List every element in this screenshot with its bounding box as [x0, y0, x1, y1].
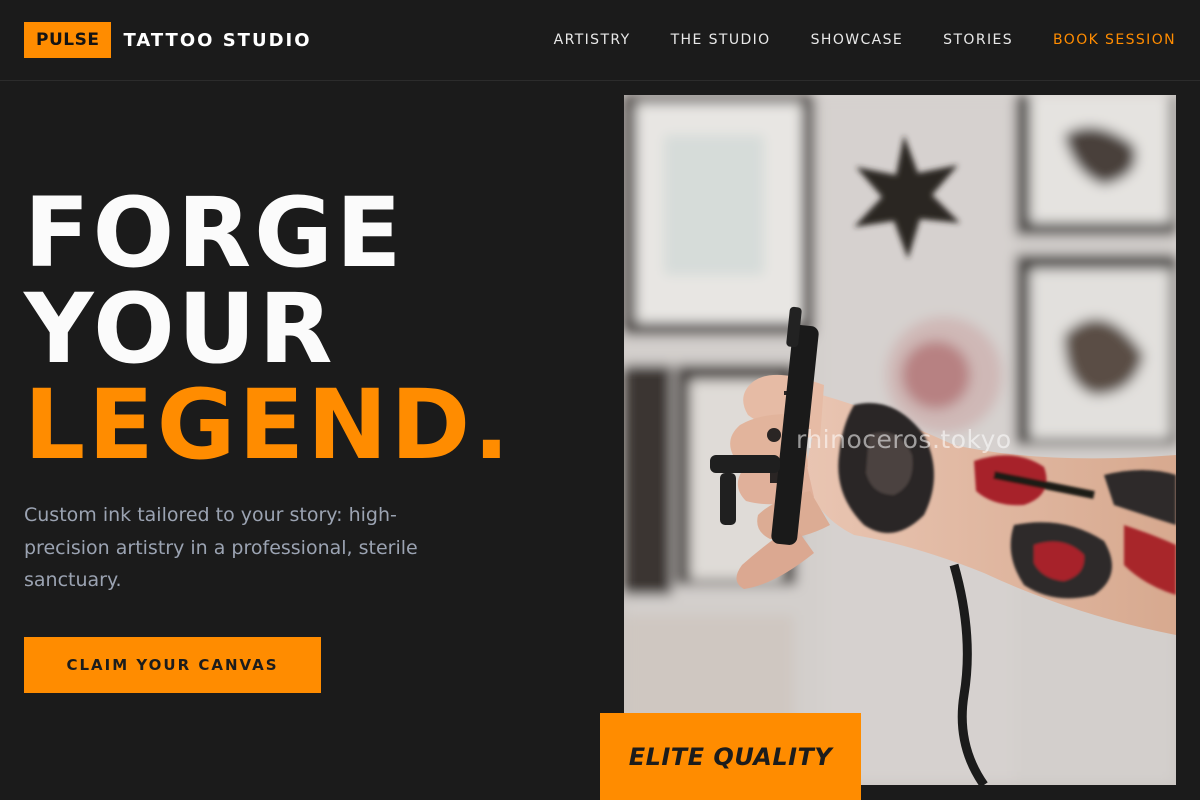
photo-watermark: rhinoceros.tokyo — [796, 425, 1012, 454]
elite-quality-label: ELITE QUALITY — [628, 742, 833, 771]
elite-quality-badge: ELITE QUALITY — [600, 713, 861, 800]
nav-link-showcase[interactable]: SHOWCASE — [811, 30, 904, 50]
hero-subtitle: Custom ink tailored to your story: high-… — [24, 504, 418, 591]
site-header: PULSE TATTOO STUDIO ARTISTRY THE STUDIO … — [0, 0, 1200, 81]
main-nav: ARTISTRY THE STUDIO SHOWCASE STORIES BOO… — [514, 30, 1176, 50]
hero-title-line-1: FORGE — [24, 177, 405, 289]
claim-canvas-button[interactable]: CLAIM YOUR CANVAS — [24, 637, 321, 693]
hero-title-line-2: YOUR — [24, 273, 336, 385]
hero-title-line-3: LEGEND. — [24, 369, 513, 481]
nav-link-artistry[interactable]: ARTISTRY — [554, 30, 631, 50]
nav-link-stories[interactable]: STORIES — [943, 30, 1013, 50]
nav-link-the-studio[interactable]: THE STUDIO — [671, 30, 771, 50]
hero-photo: rhinoceros.tokyo — [624, 95, 1176, 785]
brand-name: TATTOO STUDIO — [123, 29, 312, 51]
brand-logo[interactable]: PULSE TATTOO STUDIO — [24, 22, 312, 58]
brand-badge: PULSE — [24, 22, 112, 58]
nav-link-book-session[interactable]: BOOK SESSION — [1053, 30, 1176, 50]
hero-title: FORGE YOUR LEGEND. — [24, 185, 513, 473]
